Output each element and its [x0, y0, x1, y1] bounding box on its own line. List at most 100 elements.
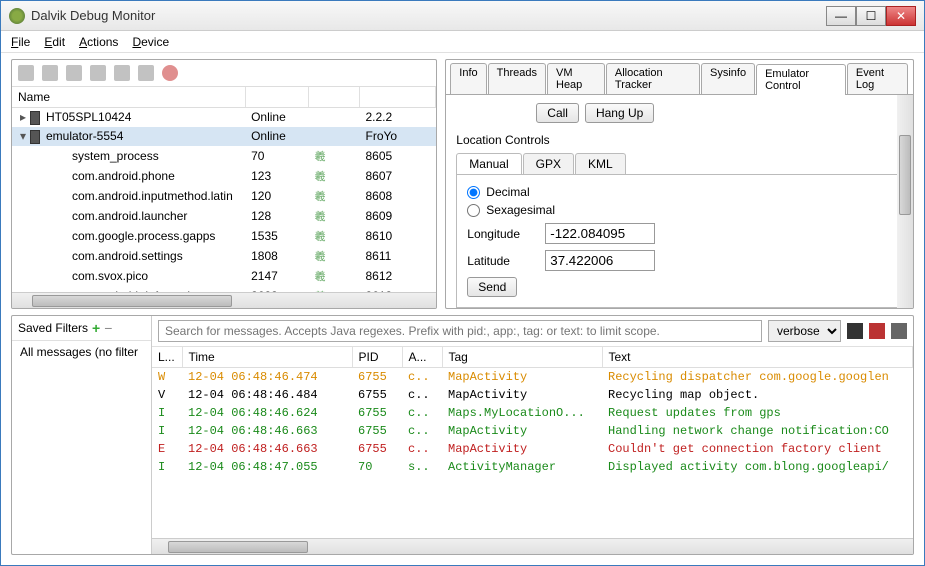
close-button[interactable]: ✕ — [886, 6, 916, 26]
log-search-bar: verbose — [152, 316, 913, 347]
device-table[interactable]: Name ▸HT05SPL10424Online2.2.2▾emulator-5… — [12, 86, 436, 292]
latitude-label: Latitude — [467, 254, 537, 268]
titlebar: Dalvik Debug Monitor — ☐ ✕ — [1, 1, 924, 31]
minimize-button[interactable]: — — [826, 6, 856, 26]
log-level-select[interactable]: verbose — [768, 320, 841, 342]
tab-emulator-control[interactable]: Emulator Control — [756, 64, 846, 95]
log-search-input[interactable] — [158, 320, 762, 342]
decimal-radio[interactable] — [467, 186, 480, 199]
subtab-manual[interactable]: Manual — [456, 153, 521, 174]
log-row[interactable]: I12-04 06:48:46.6246755c..Maps.MyLocatio… — [152, 404, 913, 422]
app-icon — [9, 8, 25, 24]
call-button[interactable]: Call — [536, 103, 579, 123]
latitude-input[interactable] — [545, 250, 655, 271]
tab-threads[interactable]: Threads — [488, 63, 546, 94]
tab-sysinfo[interactable]: Sysinfo — [701, 63, 755, 94]
bug-icon: 羲 — [315, 151, 326, 163]
hangup-button[interactable]: Hang Up — [585, 103, 654, 123]
sexagesimal-radio[interactable] — [467, 204, 480, 217]
scroll-lock-icon[interactable] — [891, 323, 907, 339]
col-level[interactable]: L... — [152, 347, 182, 368]
remove-filter-icon[interactable]: − — [104, 320, 112, 336]
save-log-icon[interactable] — [847, 323, 863, 339]
col-app[interactable]: A... — [402, 347, 442, 368]
add-filter-icon[interactable]: + — [92, 320, 100, 336]
device-icon — [30, 111, 40, 125]
location-subtabs: ManualGPXKML — [456, 153, 903, 175]
bug-icon: 羲 — [315, 271, 326, 283]
process-row[interactable]: com.android.settings1808羲8611 — [12, 246, 436, 266]
col-icon[interactable] — [309, 87, 360, 108]
saved-filters-label: Saved Filters — [18, 321, 88, 335]
menu-file[interactable]: File — [11, 35, 30, 49]
bug-icon: 羲 — [315, 171, 326, 183]
tab-info[interactable]: Info — [450, 63, 486, 94]
device-panel: Name ▸HT05SPL10424Online2.2.2▾emulator-5… — [11, 59, 437, 309]
detail-tabs: InfoThreadsVM HeapAllocation TrackerSysi… — [446, 60, 913, 95]
manual-tab-body: Decimal Sexagesimal Longitude Latitude — [456, 175, 903, 308]
bug-icon: 羲 — [315, 191, 326, 203]
log-hscroll[interactable] — [152, 538, 913, 554]
menu-edit[interactable]: Edit — [44, 35, 65, 49]
col-status[interactable] — [245, 87, 309, 108]
maximize-button[interactable]: ☐ — [856, 6, 886, 26]
gc-icon[interactable] — [90, 65, 106, 81]
log-row[interactable]: E12-04 06:48:46.6636755c..MapActivityCou… — [152, 440, 913, 458]
filters-pane: Saved Filters + − All messages (no filte… — [12, 316, 152, 554]
bug-icon: 羲 — [315, 231, 326, 243]
filters-list[interactable]: All messages (no filter — [12, 341, 151, 554]
process-row[interactable]: com.android.launcher128羲8609 — [12, 206, 436, 226]
log-row[interactable]: I12-04 06:48:47.05570s..ActivityManagerD… — [152, 458, 913, 476]
trace-icon[interactable] — [138, 65, 154, 81]
process-row[interactable]: com.android.phone123羲8607 — [12, 166, 436, 186]
col-name[interactable]: Name — [12, 87, 245, 108]
col-version[interactable] — [360, 87, 436, 108]
menu-device[interactable]: Device — [132, 35, 169, 49]
col-tag[interactable]: Tag — [442, 347, 602, 368]
clear-log-icon[interactable] — [869, 323, 885, 339]
detail-vscroll[interactable] — [897, 95, 913, 308]
dump-icon[interactable] — [66, 65, 82, 81]
menu-actions[interactable]: Actions — [79, 35, 118, 49]
emulator-control-pane: Call Hang Up Location Controls ManualGPX… — [446, 95, 913, 308]
app-window: Dalvik Debug Monitor — ☐ ✕ File Edit Act… — [0, 0, 925, 566]
decimal-label: Decimal — [486, 185, 529, 199]
process-row[interactable]: com.svox.pico2147羲8612 — [12, 266, 436, 286]
stop-icon[interactable] — [162, 65, 178, 81]
process-row[interactable]: com.google.process.gapps1535羲8610 — [12, 226, 436, 246]
subtab-kml[interactable]: KML — [575, 153, 626, 174]
log-row[interactable]: V12-04 06:48:46.4846755c..MapActivityRec… — [152, 386, 913, 404]
thread-icon[interactable] — [114, 65, 130, 81]
device-icon — [30, 130, 40, 144]
log-row[interactable]: I12-04 06:48:46.6636755c..MapActivityHan… — [152, 422, 913, 440]
debug-icon[interactable] — [18, 65, 34, 81]
subtab-gpx[interactable]: GPX — [523, 153, 574, 174]
col-pid[interactable]: PID — [352, 347, 402, 368]
device-row[interactable]: ▸HT05SPL10424Online2.2.2 — [12, 108, 436, 127]
device-hscroll[interactable] — [12, 292, 436, 308]
process-row[interactable]: com.android.inputmethod.latin120羲8608 — [12, 186, 436, 206]
menubar: File Edit Actions Device — [1, 31, 924, 53]
col-text[interactable]: Text — [602, 347, 913, 368]
tab-allocation-tracker[interactable]: Allocation Tracker — [606, 63, 700, 94]
device-toolbar — [12, 60, 436, 86]
log-table[interactable]: L... Time PID A... Tag Text W12-04 06:48… — [152, 347, 913, 538]
log-panel: Saved Filters + − All messages (no filte… — [11, 315, 914, 555]
log-row[interactable]: W12-04 06:48:46.4746755c..MapActivityRec… — [152, 368, 913, 387]
bug-icon: 羲 — [315, 211, 326, 223]
longitude-label: Longitude — [467, 227, 537, 241]
process-row[interactable]: system_process70羲8605 — [12, 146, 436, 166]
detail-panel: InfoThreadsVM HeapAllocation TrackerSysi… — [445, 59, 914, 309]
col-time[interactable]: Time — [182, 347, 352, 368]
location-controls-label: Location Controls — [456, 133, 903, 147]
send-button[interactable]: Send — [467, 277, 517, 297]
window-title: Dalvik Debug Monitor — [31, 8, 826, 23]
tab-vm-heap[interactable]: VM Heap — [547, 63, 605, 94]
device-row[interactable]: ▾emulator-5554OnlineFroYo — [12, 127, 436, 146]
filter-item[interactable]: All messages (no filter — [12, 341, 151, 363]
longitude-input[interactable] — [545, 223, 655, 244]
tab-event-log[interactable]: Event Log — [847, 63, 908, 94]
sexagesimal-label: Sexagesimal — [486, 203, 555, 217]
bug-icon: 羲 — [315, 251, 326, 263]
heap-icon[interactable] — [42, 65, 58, 81]
